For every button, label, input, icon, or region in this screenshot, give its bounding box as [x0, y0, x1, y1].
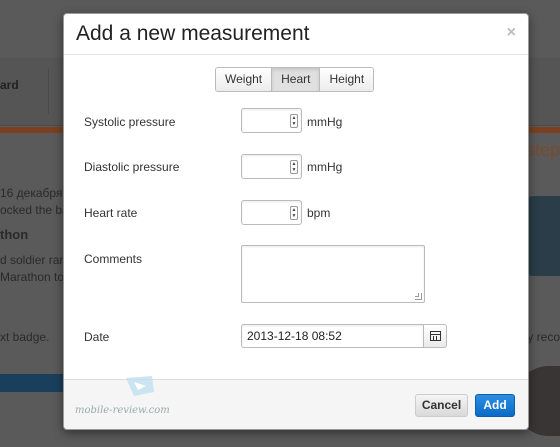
date-label: Date — [84, 330, 110, 344]
tab-heart[interactable]: Heart — [272, 68, 321, 91]
background-steps-text: step — [525, 140, 560, 160]
spinner-icon[interactable]: ▲ ▼ — [290, 160, 298, 174]
diastolic-unit: mmHg — [307, 160, 343, 174]
add-measurement-dialog: Add a new measurement × Weight Heart Hei… — [63, 13, 529, 430]
close-icon[interactable]: × — [507, 24, 516, 42]
dialog-header: Add a new measurement × — [64, 14, 528, 55]
background-nav-label: ard — [0, 78, 19, 92]
watermark: mobile-review.com — [70, 370, 180, 420]
systolic-unit: mmHg — [307, 115, 343, 129]
watermark-logo-icon — [126, 376, 154, 396]
heart-rate-label: Heart rate — [84, 206, 138, 220]
background-date-line: 16 декабря 2 — [0, 186, 73, 200]
watermark-text: mobile-review.com — [75, 405, 170, 416]
diastolic-pressure-input[interactable]: ▲ ▼ — [241, 154, 302, 179]
spinner-icon[interactable]: ▲ ▼ — [290, 114, 298, 128]
tab-weight[interactable]: Weight — [216, 68, 273, 91]
background-divider — [48, 68, 49, 114]
calendar-button[interactable] — [423, 324, 447, 348]
cancel-button[interactable]: Cancel — [415, 394, 468, 417]
heart-rate-input[interactable]: ▲ ▼ — [241, 200, 302, 225]
calendar-icon — [430, 331, 441, 341]
dialog-title: Add a new measurement — [76, 22, 310, 45]
tab-height[interactable]: Height — [320, 68, 374, 91]
comments-textarea[interactable] — [241, 245, 425, 303]
systolic-pressure-input[interactable]: ▲ ▼ — [241, 108, 302, 133]
comments-label: Comments — [84, 252, 143, 266]
spinner-icon[interactable]: ▲ ▼ — [290, 206, 298, 220]
resize-handle-icon[interactable] — [415, 293, 422, 300]
heart-rate-unit: bpm — [307, 206, 331, 220]
diastolic-pressure-label: Diastolic pressure — [84, 160, 180, 174]
systolic-pressure-label: Systolic pressure — [84, 115, 176, 129]
background-heading: thon — [0, 227, 29, 242]
date-input[interactable]: 2013-12-18 08:52 — [241, 324, 424, 348]
measurement-type-tabs: Weight Heart Height — [215, 67, 375, 92]
add-button[interactable]: Add — [475, 394, 515, 417]
background-button — [0, 374, 64, 392]
background-badge-text: xt badge. — [0, 330, 50, 344]
